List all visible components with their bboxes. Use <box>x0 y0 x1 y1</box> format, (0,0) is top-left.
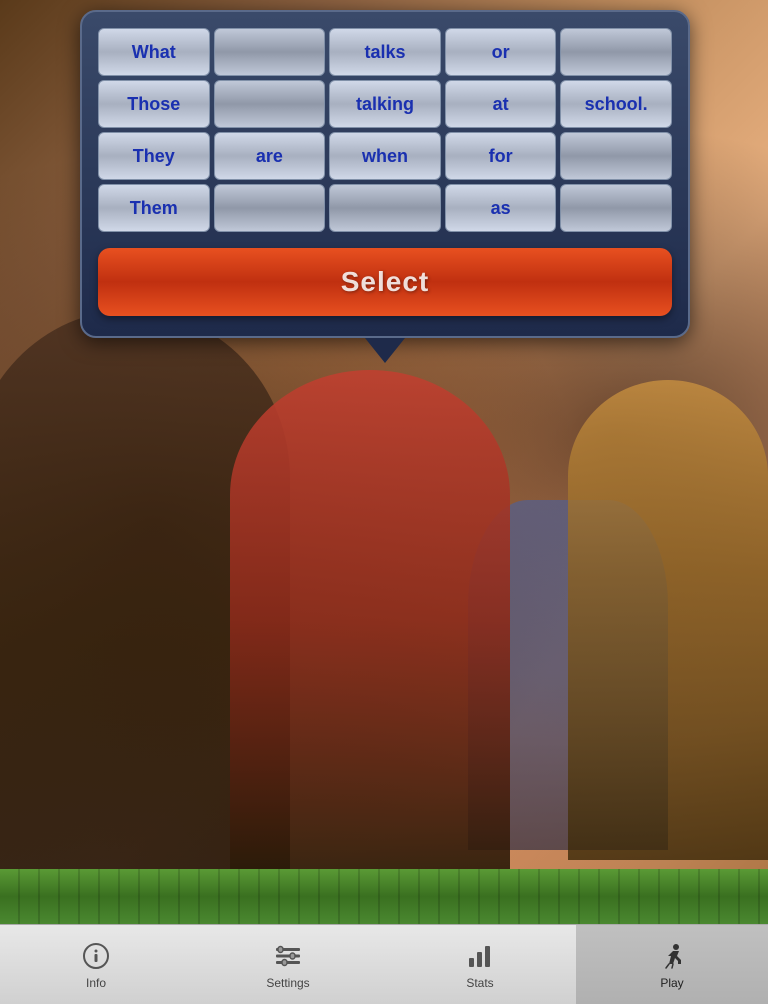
word-selection-popup: What talks or Those talking at school. <box>80 10 690 363</box>
tab-info-label: Info <box>86 976 106 990</box>
word-cell-school[interactable]: school. <box>560 80 672 128</box>
stats-icon <box>464 940 496 972</box>
word-cell-empty-r4c3[interactable] <box>329 184 441 232</box>
word-cell-at-r2[interactable]: at <box>445 80 557 128</box>
word-cell-talking[interactable]: talking <box>329 80 441 128</box>
tab-settings[interactable]: Settings <box>192 925 384 1004</box>
tab-info[interactable]: Info <box>0 925 192 1004</box>
word-cell-empty-r4c5[interactable] <box>560 184 672 232</box>
tab-stats-label: Stats <box>466 976 493 990</box>
word-cell-those[interactable]: Those <box>98 80 210 128</box>
tab-play-label: Play <box>660 976 683 990</box>
select-button[interactable]: Select <box>98 248 672 316</box>
word-cell-they[interactable]: They <box>98 132 210 180</box>
word-cell-empty-r1c2[interactable] <box>214 28 326 76</box>
word-cell-for[interactable]: for <box>445 132 557 180</box>
word-cell-empty-r2c2[interactable] <box>214 80 326 128</box>
word-cell-them[interactable]: Them <box>98 184 210 232</box>
word-cell-as[interactable]: as <box>445 184 557 232</box>
word-cell-or[interactable]: or <box>445 28 557 76</box>
play-icon <box>656 940 688 972</box>
word-cell-when[interactable]: when <box>329 132 441 180</box>
green-bar <box>0 869 768 924</box>
word-cell-talks[interactable]: talks <box>329 28 441 76</box>
tab-stats[interactable]: Stats <box>384 925 576 1004</box>
settings-icon <box>272 940 304 972</box>
word-cell-empty-r3c5[interactable] <box>560 132 672 180</box>
popup-arrow <box>365 338 405 363</box>
word-cell-are[interactable]: are <box>214 132 326 180</box>
word-cell-empty-r4c2[interactable] <box>214 184 326 232</box>
word-cell-empty-r1c5[interactable] <box>560 28 672 76</box>
tab-settings-label: Settings <box>266 976 309 990</box>
tab-play[interactable]: Play <box>576 925 768 1004</box>
popup-box: What talks or Those talking at school. <box>80 10 690 338</box>
info-icon <box>80 940 112 972</box>
word-grid: What talks or Those talking at school. <box>98 28 672 232</box>
tab-bar: Info Settings Stats <box>0 924 768 1004</box>
word-cell-what[interactable]: What <box>98 28 210 76</box>
